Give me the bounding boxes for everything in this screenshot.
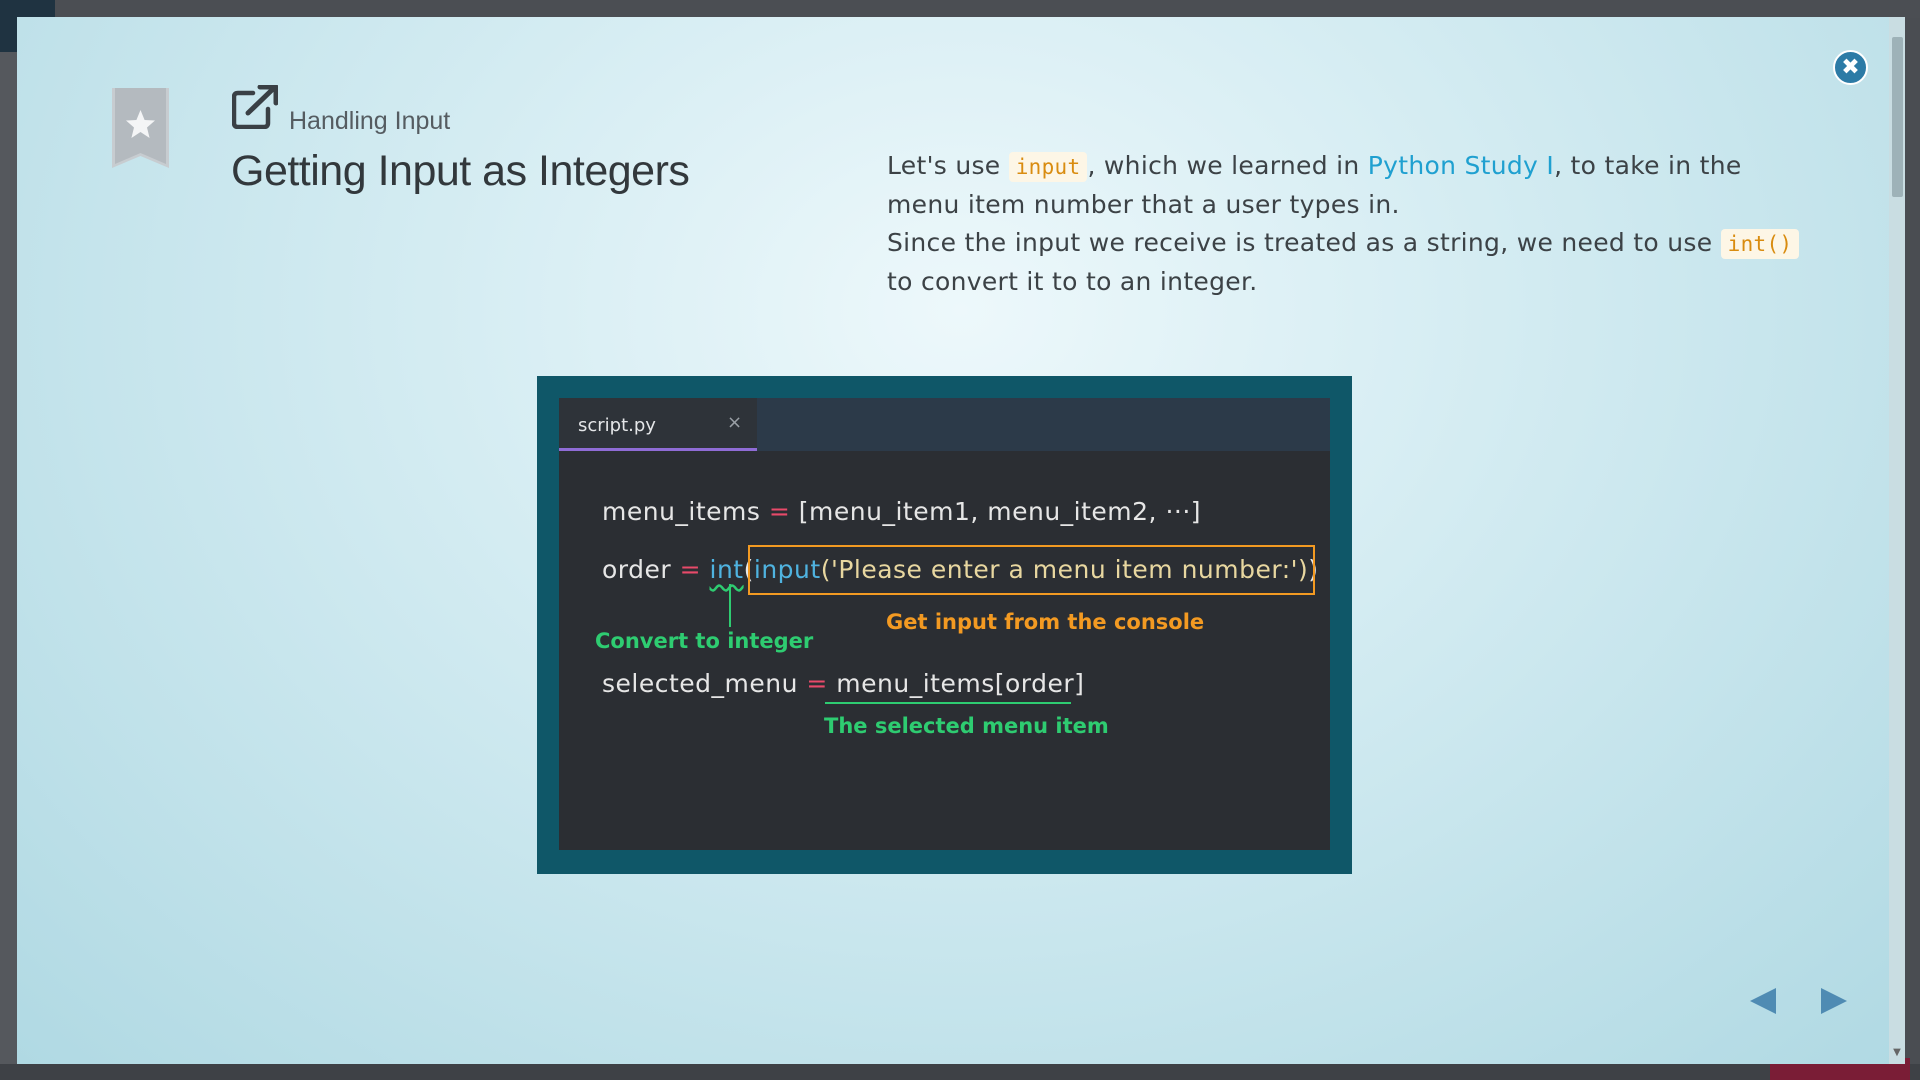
background-sidebar — [0, 52, 17, 1080]
tab-script[interactable]: script.py × — [559, 398, 757, 451]
next-arrow-icon[interactable] — [1819, 986, 1849, 1016]
external-link-icon[interactable] — [232, 85, 278, 129]
inline-code-int: int() — [1720, 229, 1800, 259]
section-label: Handling Input — [289, 107, 451, 135]
desc-text: Since the input we receive is treated as… — [887, 228, 1721, 257]
code-op: = — [760, 497, 799, 526]
desc-text: to convert it to to an integer. — [887, 267, 1258, 296]
lesson-title: Getting Input as Integers — [231, 147, 690, 195]
background-topbar — [0, 0, 1920, 18]
code-rest: [menu_item1, menu_item2, ···] — [798, 497, 1202, 526]
code-op: = — [671, 555, 710, 584]
code-op: = — [797, 669, 837, 698]
scrollbar-thumb[interactable] — [1892, 37, 1903, 197]
tab-close-icon[interactable]: × — [727, 412, 742, 433]
inline-code-input: input — [1008, 152, 1088, 182]
background-footer — [0, 1064, 1920, 1080]
code-fn-int: int — [709, 555, 744, 584]
annotation-convert: Convert to integer — [595, 629, 814, 653]
scrollbar[interactable]: ▼ — [1889, 17, 1905, 1064]
code-line-1: menu_items = [menu_item1, menu_item2, ··… — [602, 497, 1201, 526]
lesson-description: Let's use input, which we learned in Pyt… — [887, 147, 1807, 301]
scroll-down-icon[interactable]: ▼ — [1891, 1047, 1903, 1058]
python-study-link[interactable]: Python Study I — [1368, 151, 1554, 180]
code-var: order — [602, 555, 672, 584]
code-line-3: selected_menu = menu_items[order] — [602, 669, 1084, 698]
tab-label: script.py — [578, 415, 656, 436]
convert-pointer-line — [729, 584, 731, 627]
input-highlight-box — [748, 545, 1315, 595]
close-icon: ✖ — [1841, 55, 1860, 80]
annotation-selected: The selected menu item — [824, 714, 1109, 738]
editor-tabbar: script.py × — [559, 398, 1330, 451]
annotation-console: Get input from the console — [886, 610, 1205, 634]
code-rest: menu_items[order] — [836, 669, 1085, 698]
desc-text: , which we learned in — [1087, 151, 1368, 180]
close-button[interactable]: ✖ — [1833, 50, 1868, 85]
bookmark-star-icon[interactable] — [112, 88, 169, 168]
code-var: selected_menu — [602, 669, 798, 698]
selected-underline — [825, 702, 1071, 704]
prev-arrow-icon[interactable] — [1748, 986, 1778, 1016]
code-var: menu_items — [602, 497, 761, 526]
desc-text: Let's use — [887, 151, 1009, 180]
